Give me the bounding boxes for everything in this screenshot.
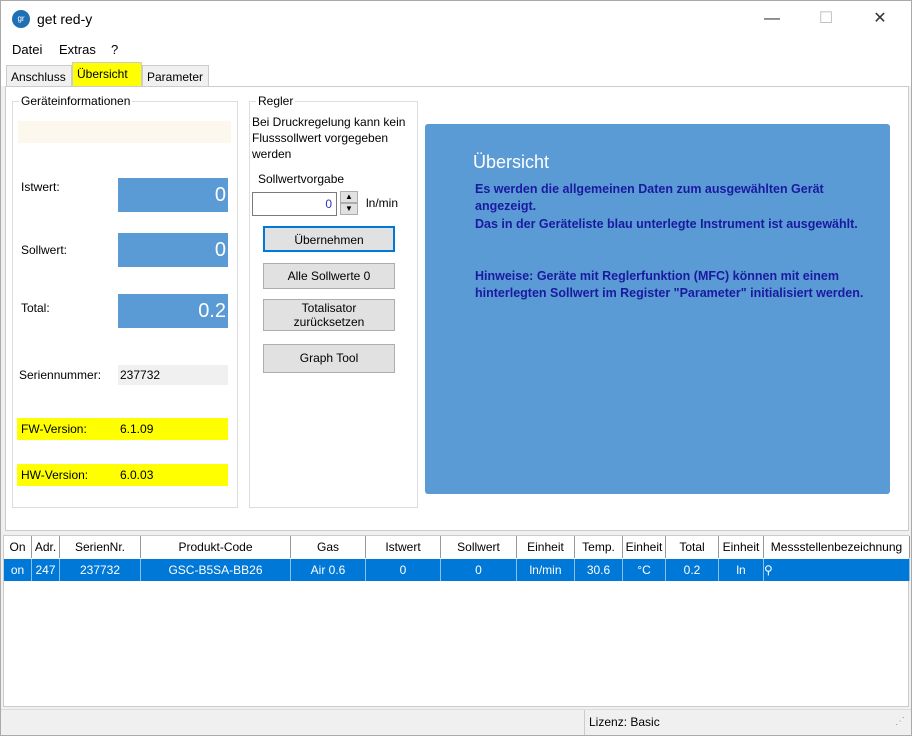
- column-header[interactable]: Einheit: [719, 536, 764, 558]
- column-header[interactable]: Istwert: [366, 536, 441, 558]
- maximize-button[interactable]: ☐: [811, 7, 841, 31]
- table-cell[interactable]: 0.2: [666, 559, 719, 581]
- app-window: gr get red-y — ☐ ✕ Datei Extras ? Anschl…: [0, 0, 912, 736]
- table-cell[interactable]: ln: [719, 559, 764, 581]
- overview-text-2: Das in der Geräteliste blau unterlegte I…: [475, 217, 858, 231]
- sollwert-label: Sollwert:: [21, 243, 68, 257]
- sollwert-value: 0: [118, 233, 228, 267]
- graph-tool-button[interactable]: Graph Tool: [263, 344, 395, 373]
- total-value: 0.2: [118, 294, 228, 328]
- table-cell[interactable]: ln/min: [517, 559, 575, 581]
- title-bar: gr get red-y — ☐ ✕: [1, 1, 911, 37]
- table-cell[interactable]: 237732: [60, 559, 141, 581]
- column-header[interactable]: Einheit: [517, 536, 575, 558]
- menu-datei[interactable]: Datei: [12, 42, 42, 57]
- hw-label: HW-Version:: [21, 468, 89, 482]
- table-cell[interactable]: GSC-B5SA-BB26: [141, 559, 291, 581]
- spin-up-button[interactable]: ▲: [340, 191, 358, 203]
- column-header[interactable]: Produkt-Code: [141, 536, 291, 558]
- fw-version-row: FW-Version: 6.1.09: [17, 418, 228, 440]
- device-name-field: [18, 121, 231, 143]
- serial-label: Seriennummer:: [19, 368, 102, 382]
- menu-bar: Datei Extras ?: [1, 37, 911, 61]
- column-header[interactable]: Sollwert: [441, 536, 517, 558]
- tab-bar: Anschluss Übersicht Parameter: [1, 61, 911, 86]
- table-cell[interactable]: ⚲: [764, 559, 910, 581]
- reset-totalizer-button[interactable]: Totalisator zurücksetzen: [263, 299, 395, 331]
- overview-panel: Übersicht Es werden die allgemeinen Date…: [425, 124, 890, 494]
- fw-value: 6.1.09: [120, 422, 154, 436]
- setpoint-input[interactable]: 0: [252, 192, 337, 216]
- table-row[interactable]: on 247 237732 GSC-B5SA-BB26 Air 0.6 0 0 ln/min 3…: [4, 559, 910, 581]
- app-logo-icon: gr: [12, 10, 30, 28]
- tab-anschluss[interactable]: Anschluss: [6, 65, 72, 86]
- column-header[interactable]: Adr.: [32, 536, 60, 558]
- table-cell[interactable]: on: [4, 559, 32, 581]
- overview-heading: Übersicht: [473, 152, 550, 172]
- apply-button[interactable]: Übernehmen: [263, 226, 395, 252]
- column-header[interactable]: SerienNr.: [60, 536, 141, 558]
- column-header[interactable]: Temp.: [575, 536, 623, 558]
- device-table: On Adr. SerienNr. Produkt-Code Gas Istwert Sol…: [3, 535, 910, 707]
- table-cell[interactable]: °C: [623, 559, 666, 581]
- istwert-value: 0: [118, 178, 228, 212]
- tab-parameter[interactable]: Parameter: [142, 65, 209, 86]
- column-header[interactable]: On: [4, 536, 32, 558]
- setpoint-unit: ln/min: [366, 196, 399, 210]
- overview-hint: Hinweise: Geräte mit Reglerfunktion (MFC…: [475, 269, 864, 300]
- column-header[interactable]: Einheit: [623, 536, 666, 558]
- setpoint-label: Sollwertvorgabe: [258, 172, 345, 186]
- resize-grip-icon[interactable]: ⋰: [895, 716, 905, 727]
- close-button[interactable]: ✕: [865, 7, 895, 31]
- column-header[interactable]: Total: [666, 536, 719, 558]
- hw-value: 6.0.03: [120, 468, 154, 482]
- serial-value: 237732: [118, 365, 228, 385]
- regler-title: Regler: [256, 94, 296, 108]
- status-bar: Lizenz: Basic ⋰: [1, 709, 911, 735]
- regler-note: Bei Druckregelung kann kein Flusssollwer…: [252, 115, 406, 161]
- table-cell[interactable]: 0: [366, 559, 441, 581]
- fw-label: FW-Version:: [21, 422, 87, 436]
- license-label: Lizenz: Basic: [589, 715, 660, 729]
- column-header[interactable]: Gas: [291, 536, 366, 558]
- istwert-label: Istwert:: [21, 180, 60, 194]
- table-cell[interactable]: Air 0.6: [291, 559, 366, 581]
- column-header[interactable]: Messstellenbezeichnung: [764, 536, 910, 558]
- device-info-title: Geräteinformationen: [19, 94, 133, 108]
- total-label: Total:: [21, 301, 50, 315]
- hw-version-row: HW-Version: 6.0.03: [17, 464, 228, 486]
- window-title: get red-y: [37, 11, 93, 27]
- edit-pin-icon[interactable]: ⚲: [764, 563, 773, 577]
- table-cell[interactable]: 30.6: [575, 559, 623, 581]
- minimize-button[interactable]: —: [757, 7, 787, 31]
- table-cell[interactable]: 0: [441, 559, 517, 581]
- menu-help[interactable]: ?: [111, 42, 118, 57]
- overview-text-1: Es werden die allgemeinen Daten zum ausg…: [475, 182, 824, 213]
- tab-uebersicht[interactable]: Übersicht: [72, 62, 142, 86]
- menu-extras[interactable]: Extras: [59, 42, 96, 57]
- all-setpoints-zero-button[interactable]: Alle Sollwerte 0: [263, 263, 395, 289]
- table-cell[interactable]: 247: [32, 559, 60, 581]
- spin-down-button[interactable]: ▼: [340, 203, 358, 215]
